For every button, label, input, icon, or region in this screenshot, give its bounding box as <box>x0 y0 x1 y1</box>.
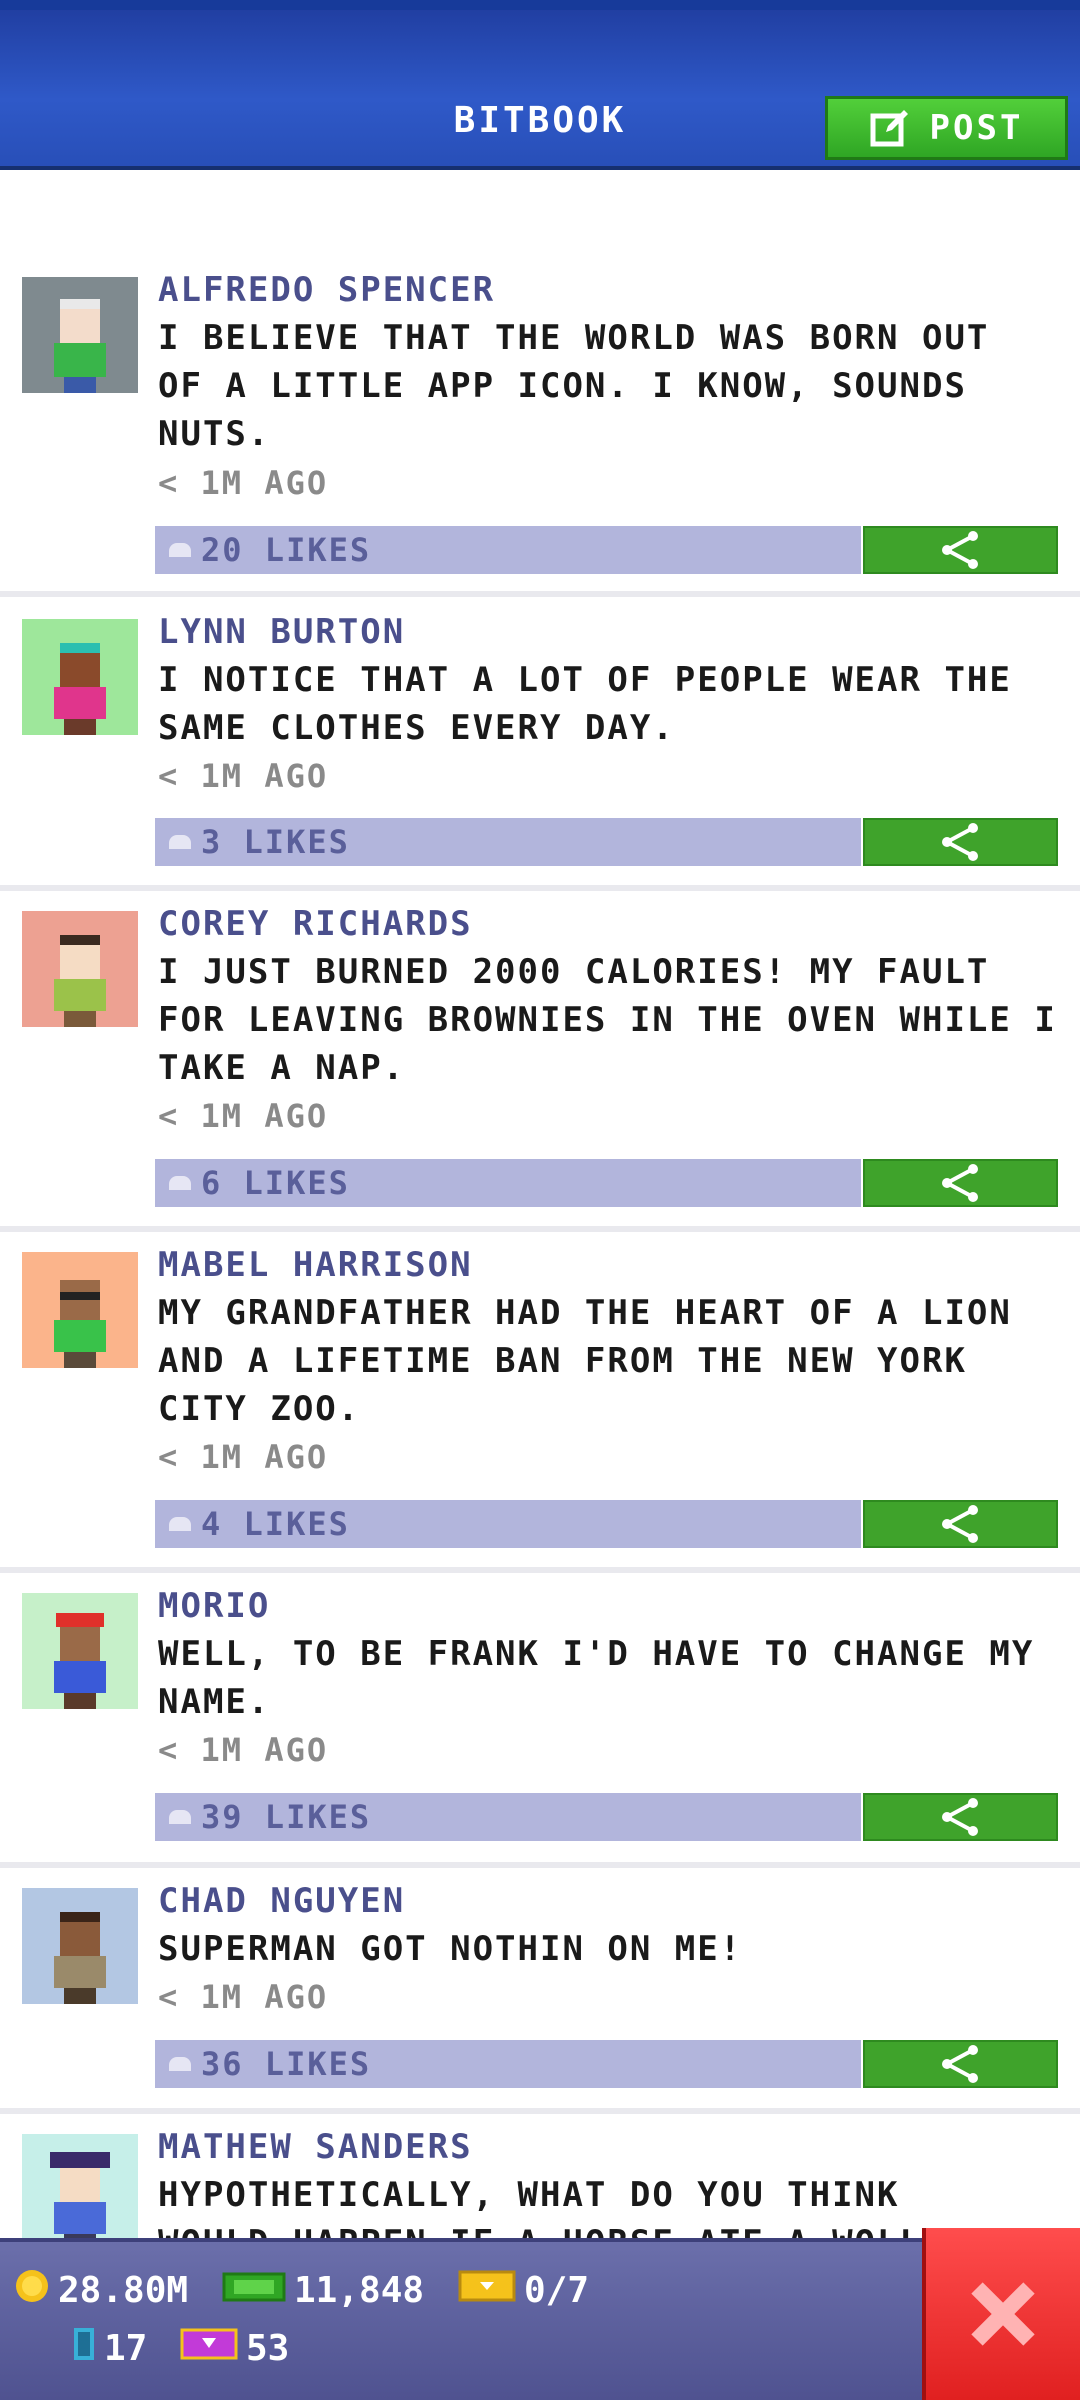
like-icon <box>169 2057 191 2071</box>
share-button[interactable] <box>863 1793 1058 1841</box>
like-icon <box>169 835 191 849</box>
share-icon <box>941 823 978 861</box>
bux-stat: 11,848 <box>222 2268 424 2313</box>
share-icon <box>941 1798 978 1836</box>
elevator-value: 17 <box>104 2328 148 2369</box>
likes-count: 39 LIKES <box>201 1798 372 1836</box>
post-text: I BELIEVE THAT THE WORLD WAS BORN OUT OF… <box>158 318 990 454</box>
elevator-stat: 17 <box>72 2326 147 2371</box>
avatar[interactable] <box>22 1252 138 1368</box>
post-time: < 1M AGO <box>158 757 329 795</box>
post-text: WELL, TO BE FRANK I'D HAVE TO CHANGE MY … <box>158 1634 1035 1722</box>
share-button[interactable] <box>863 1159 1058 1207</box>
like-button[interactable]: 20 LIKES <box>155 526 861 574</box>
avatar[interactable] <box>22 277 138 393</box>
post-author[interactable]: MABEL HARRISON <box>158 1245 473 1285</box>
bux-value: 11,848 <box>294 2270 425 2311</box>
like-icon <box>169 1810 191 1824</box>
post-button-label: POST <box>929 108 1024 148</box>
tickets-value: 0/7 <box>524 2270 590 2311</box>
feed-list[interactable]: ALFREDO SPENCER I BELIEVE THAT THE WORLD… <box>0 270 1080 2314</box>
like-icon <box>169 1176 191 1190</box>
post-author[interactable]: COREY RICHARDS <box>158 904 473 944</box>
likes-count: 6 LIKES <box>201 1164 350 1202</box>
post-author[interactable]: CHAD NGUYEN <box>158 1881 405 1921</box>
like-icon <box>169 1517 191 1531</box>
like-button[interactable]: 36 LIKES <box>155 2040 861 2088</box>
post-author[interactable]: ALFREDO SPENCER <box>158 270 495 310</box>
avatar[interactable] <box>22 1888 138 2004</box>
avatar[interactable] <box>22 619 138 735</box>
post-item: LYNN BURTON I NOTICE THAT A LOT OF PEOPL… <box>0 597 1080 891</box>
vip-value: 53 <box>246 2328 290 2369</box>
avatar[interactable] <box>22 2134 138 2250</box>
tickets-stat: 0/7 <box>458 2268 589 2313</box>
post-author[interactable]: MATHEW SANDERS <box>158 2127 473 2167</box>
likes-count: 3 LIKES <box>201 823 350 861</box>
app-header: BITBOOK POST <box>0 0 1080 170</box>
elevator-icon <box>72 2326 96 2371</box>
post-author[interactable]: LYNN BURTON <box>158 612 405 652</box>
close-button[interactable] <box>922 2228 1080 2400</box>
post-text: SUPERMAN GOT NOTHIN ON ME! <box>158 1929 743 1969</box>
bux-icon <box>222 2268 286 2313</box>
post-time: < 1M AGO <box>158 1978 329 2016</box>
post-time: < 1M AGO <box>158 1438 329 1476</box>
post-author[interactable]: MORIO <box>158 1586 270 1626</box>
resource-bar: 28.80M 11,848 0/7 17 53 <box>0 2238 1080 2400</box>
like-button[interactable]: 39 LIKES <box>155 1793 861 1841</box>
post-text: MY GRANDFATHER HAD THE HEART OF A LION A… <box>158 1293 1012 1429</box>
share-button[interactable] <box>863 2040 1058 2088</box>
post-text: I JUST BURNED 2000 CALORIES! MY FAULT FO… <box>158 952 1057 1088</box>
post-item: ALFREDO SPENCER I BELIEVE THAT THE WORLD… <box>0 270 1080 597</box>
share-icon <box>941 2045 978 2083</box>
share-button[interactable] <box>863 526 1058 574</box>
like-button[interactable]: 6 LIKES <box>155 1159 861 1207</box>
post-button[interactable]: POST <box>825 96 1068 160</box>
status-strip <box>0 0 1080 10</box>
avatar[interactable] <box>22 1593 138 1709</box>
like-button[interactable]: 4 LIKES <box>155 1500 861 1548</box>
share-icon <box>941 531 978 569</box>
share-button[interactable] <box>863 818 1058 866</box>
post-time: < 1M AGO <box>158 1097 329 1135</box>
likes-count: 36 LIKES <box>201 2045 372 2083</box>
likes-count: 4 LIKES <box>201 1505 350 1543</box>
coins-stat: 28.80M <box>14 2268 188 2313</box>
share-button[interactable] <box>863 1500 1058 1548</box>
ticket-icon <box>458 2268 516 2313</box>
share-icon <box>941 1164 978 1202</box>
post-item: MORIO WELL, TO BE FRANK I'D HAVE TO CHAN… <box>0 1573 1080 1868</box>
post-time: < 1M AGO <box>158 464 329 502</box>
share-icon <box>941 1505 978 1543</box>
avatar[interactable] <box>22 911 138 1027</box>
post-time: < 1M AGO <box>158 1731 329 1769</box>
post-item: COREY RICHARDS I JUST BURNED 2000 CALORI… <box>0 891 1080 1232</box>
likes-count: 20 LIKES <box>201 531 372 569</box>
like-button[interactable]: 3 LIKES <box>155 818 861 866</box>
compose-icon <box>870 108 910 148</box>
coins-value: 28.80M <box>58 2270 189 2311</box>
vip-stat: 53 <box>180 2326 289 2371</box>
post-item: CHAD NGUYEN SUPERMAN GOT NOTHIN ON ME! <… <box>0 1868 1080 2114</box>
close-icon <box>971 2282 1035 2346</box>
post-text: I NOTICE THAT A LOT OF PEOPLE WEAR THE S… <box>158 660 1012 748</box>
post-item: MABEL HARRISON MY GRANDFATHER HAD THE HE… <box>0 1232 1080 1573</box>
vip-icon <box>180 2326 238 2371</box>
coin-icon <box>14 2268 50 2313</box>
like-icon <box>169 543 191 557</box>
